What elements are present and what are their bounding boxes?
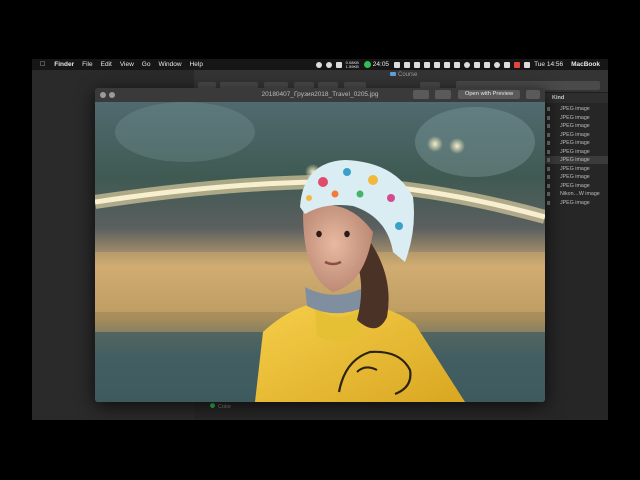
file-icon: [547, 124, 550, 128]
menu-device[interactable]: MacBook: [571, 61, 600, 68]
sync-icon[interactable]: [464, 61, 471, 68]
kind-column-header[interactable]: Kind: [544, 93, 608, 103]
menu-app-name[interactable]: Finder: [54, 61, 74, 68]
file-icon: [547, 158, 550, 162]
rotate-button[interactable]: [435, 90, 451, 99]
kind-label: JPEG image: [560, 182, 590, 189]
file-icon: [547, 115, 550, 120]
kind-label: JPEG image: [560, 114, 590, 121]
list-item[interactable]: JPEG image: [544, 165, 608, 173]
finder-title: Course: [390, 72, 417, 78]
list-item[interactable]: JPEG image: [544, 131, 608, 139]
wifi-icon[interactable]: [484, 61, 491, 68]
green-tag-dot: [210, 403, 215, 408]
list-item[interactable]: JPEG image: [544, 156, 608, 164]
menu-window[interactable]: Window: [158, 61, 181, 68]
flag-icon[interactable]: [424, 61, 431, 68]
list-item[interactable]: JPEG image: [544, 139, 608, 147]
robot-icon[interactable]: [434, 61, 441, 68]
menu-file[interactable]: File: [82, 61, 92, 68]
status-area: 0.08KB 1.59KB 24:05 Tue 14:56 MacBook: [315, 59, 608, 70]
list-item[interactable]: JPEG image: [544, 114, 608, 122]
file-icon: [547, 192, 550, 196]
file-icon: [547, 149, 550, 154]
menu-help[interactable]: Help: [190, 61, 203, 68]
photo-preview: [95, 102, 545, 402]
file-icon: [547, 166, 550, 171]
kind-label: JPEG image: [560, 140, 590, 146]
clipboard-icon[interactable]: [454, 61, 461, 68]
timer-icon: [363, 61, 371, 68]
gear-icon[interactable]: [394, 61, 401, 68]
file-icon: [547, 107, 550, 111]
menu-go[interactable]: Go: [142, 61, 151, 68]
menu-view[interactable]: View: [120, 61, 134, 68]
open-with-preview-button[interactable]: Open with Preview: [458, 90, 520, 99]
file-icon: [547, 183, 550, 188]
list-icon[interactable]: [524, 61, 531, 68]
kind-label: JPEG image: [560, 174, 590, 180]
timer-readout[interactable]: 24:05: [373, 61, 389, 68]
kind-column: Kind JPEG image JPEG image JPEG image JPEG …: [544, 93, 608, 420]
list-item[interactable]: JPEG image: [544, 173, 608, 181]
kind-label: JPEG image: [560, 131, 590, 138]
file-icon: [547, 175, 550, 179]
kind-label: Nikon…W image: [560, 191, 600, 197]
file-icon: [547, 200, 550, 205]
list-item[interactable]: Nikon…W image: [544, 190, 608, 198]
file-icon: [547, 132, 550, 137]
kind-label: JPEG image: [560, 199, 590, 206]
eye-icon[interactable]: [325, 61, 332, 68]
quicklook-titlebar: 20180407_Грузия2018_Travel_0205.jpg Open…: [95, 88, 545, 102]
record-icon[interactable]: [315, 61, 322, 68]
menu-clock[interactable]: Tue 14:56: [534, 61, 563, 68]
battery-status-icon[interactable]: [335, 61, 342, 68]
tag-green[interactable]: Color: [210, 403, 231, 410]
apple-menu-icon[interactable]: : [40, 61, 45, 68]
kind-label: JPEG image: [560, 106, 590, 112]
kind-label: JPEG image: [560, 165, 590, 172]
key-icon[interactable]: [404, 61, 411, 68]
search-icon[interactable]: [494, 61, 501, 68]
kind-label: JPEG image: [560, 123, 590, 129]
kind-label: JPEG image: [560, 157, 590, 163]
dropbox-icon[interactable]: [414, 61, 421, 68]
share-icon[interactable]: [526, 90, 540, 99]
cloud-icon[interactable]: [474, 61, 481, 68]
calendar-icon[interactable]: [444, 61, 451, 68]
folder-icon: [390, 72, 396, 76]
quicklook-window: 20180407_Грузия2018_Travel_0205.jpg Open…: [95, 88, 545, 402]
list-item[interactable]: JPEG image: [544, 199, 608, 207]
eject-icon[interactable]: [504, 61, 511, 68]
list-item[interactable]: JPEG image: [544, 148, 608, 156]
list-item[interactable]: JPEG image: [544, 105, 608, 113]
network-speed: 0.08KB 1.59KB: [345, 59, 359, 69]
file-icon: [547, 141, 550, 145]
list-item[interactable]: JPEG image: [544, 182, 608, 190]
list-item[interactable]: JPEG image: [544, 122, 608, 130]
notification-icon[interactable]: [514, 61, 521, 68]
markup-button[interactable]: [413, 90, 429, 99]
kind-label: JPEG image: [560, 148, 590, 155]
menu-bar:  Finder File Edit View Go Window Help 0…: [32, 59, 608, 70]
menu-edit[interactable]: Edit: [101, 61, 112, 68]
